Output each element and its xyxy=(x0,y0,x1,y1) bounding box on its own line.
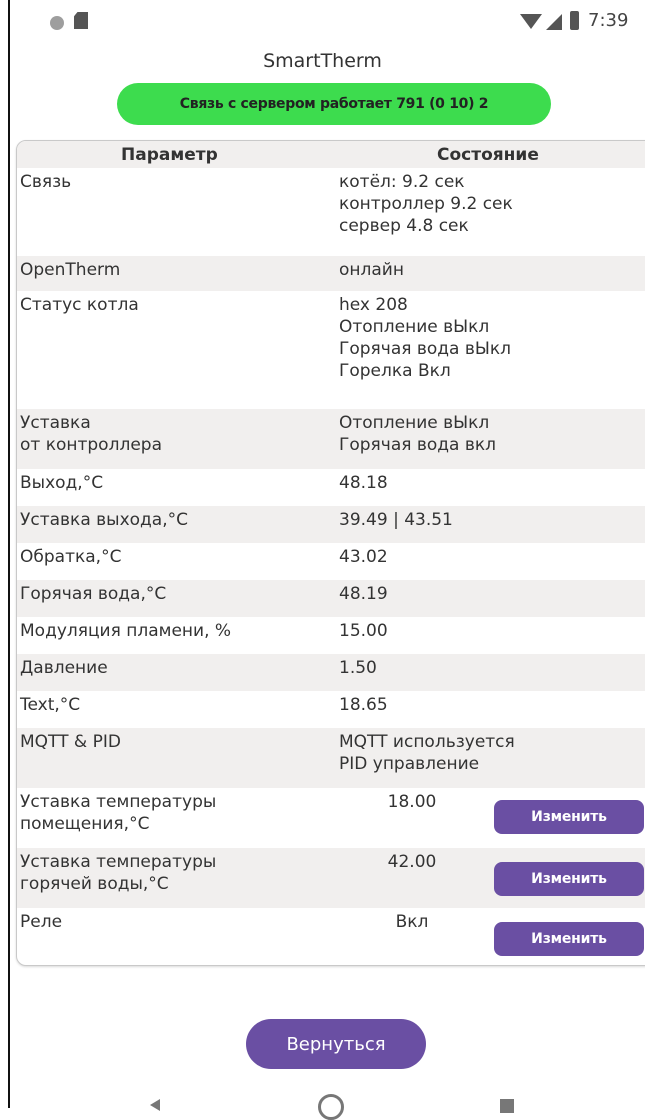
edit-hot-water-setpoint-button[interactable]: Изменить xyxy=(494,862,644,896)
state-value: MQTT используется PID управление xyxy=(339,732,515,774)
param-label: Обратка,°C xyxy=(20,547,122,567)
state-value: Отопление вЫкл Горячая вода вкл xyxy=(339,413,497,455)
table-row: Обратка,°C 43.02 xyxy=(17,543,645,580)
param-label: Выход,°C xyxy=(20,473,104,493)
table-row: Модуляция пламени, % 15.00 xyxy=(17,617,645,654)
state-value: Вкл xyxy=(395,912,429,932)
param-label: Text,°C xyxy=(20,695,81,715)
header-param: Параметр xyxy=(121,145,218,165)
param-label: Модуляция пламени, % xyxy=(20,621,232,641)
wifi-icon xyxy=(520,14,542,29)
sd-card-icon xyxy=(74,12,88,29)
param-label: Горячая вода,°C xyxy=(20,584,167,604)
parameters-table: Параметр Состояние Связь котёл: 9.2 сек … xyxy=(16,140,645,966)
state-value: онлайн xyxy=(339,260,404,280)
system-nav-bar xyxy=(0,1090,645,1120)
nav-back-icon[interactable] xyxy=(150,1099,160,1111)
state-value: котёл: 9.2 сек контроллер 9.2 сек сервер… xyxy=(339,172,513,236)
param-label: Уставка температуры горячей воды,°C xyxy=(20,852,217,894)
param-label: Уставка выхода,°C xyxy=(20,510,188,530)
state-value: 48.19 xyxy=(339,584,388,604)
table-row: Уставка температуры горячей воды,°C 42.0… xyxy=(17,848,645,908)
table-row: Статус котла hex 208 Отопление вЫкл Горя… xyxy=(17,291,645,409)
table-row: Уставка температуры помещения,°C 18.00 И… xyxy=(17,788,645,848)
param-label: Статус котла xyxy=(20,295,139,315)
server-status-badge: Связь с сервером работает 791 (0 10) 2 xyxy=(117,83,551,125)
param-label: MQTT & PID xyxy=(20,732,121,752)
status-bar: 7:39 xyxy=(0,0,645,44)
state-value: 15.00 xyxy=(339,621,388,641)
back-button[interactable]: Вернуться xyxy=(246,1019,426,1069)
status-time: 7:39 xyxy=(588,10,629,31)
param-label: OpenTherm xyxy=(20,260,121,280)
nav-recents-icon[interactable] xyxy=(500,1099,514,1113)
table-row: Давление 1.50 xyxy=(17,654,645,691)
edit-relay-button[interactable]: Изменить xyxy=(494,922,644,956)
table-row: Связь котёл: 9.2 сек контроллер 9.2 сек … xyxy=(17,168,645,256)
nav-home-icon[interactable] xyxy=(318,1094,344,1120)
state-value: 43.02 xyxy=(339,547,388,567)
param-label: Уставка температуры помещения,°C xyxy=(20,792,217,834)
state-value: 39.49 | 43.51 xyxy=(339,510,453,530)
table-row: OpenTherm онлайн xyxy=(17,256,645,291)
app-title: SmartTherm xyxy=(263,50,382,72)
table-row: Реле Вкл Изменить xyxy=(17,908,645,965)
table-row: Text,°C 18.65 xyxy=(17,691,645,728)
table-row: Выход,°C 48.18 xyxy=(17,469,645,506)
left-border-line xyxy=(8,0,10,1108)
state-value: 18.00 xyxy=(387,792,437,812)
state-value: 1.50 xyxy=(339,658,377,678)
table-header-row: Параметр Состояние xyxy=(17,141,645,168)
battery-icon xyxy=(570,11,579,30)
state-value: 42.00 xyxy=(387,852,437,872)
state-value: hex 208 Отопление вЫкл Горячая вода вЫкл… xyxy=(339,295,512,381)
table-row: Горячая вода,°C 48.19 xyxy=(17,580,645,617)
edit-room-setpoint-button[interactable]: Изменить xyxy=(494,800,644,834)
param-label: Связь xyxy=(20,172,72,192)
table-row: Уставка от контроллера Отопление вЫкл Го… xyxy=(17,409,645,469)
table-row: MQTT & PID MQTT используется PID управле… xyxy=(17,728,645,788)
notification-dot-icon xyxy=(50,16,64,30)
state-value: 18.65 xyxy=(339,695,388,715)
cell-signal-icon xyxy=(546,14,562,30)
param-label: Реле xyxy=(20,912,63,932)
param-label: Давление xyxy=(20,658,108,678)
param-label: Уставка от контроллера xyxy=(20,413,162,455)
table-row: Уставка выхода,°C 39.49 | 43.51 xyxy=(17,506,645,543)
header-state: Состояние xyxy=(437,145,539,165)
state-value: 48.18 xyxy=(339,473,388,493)
